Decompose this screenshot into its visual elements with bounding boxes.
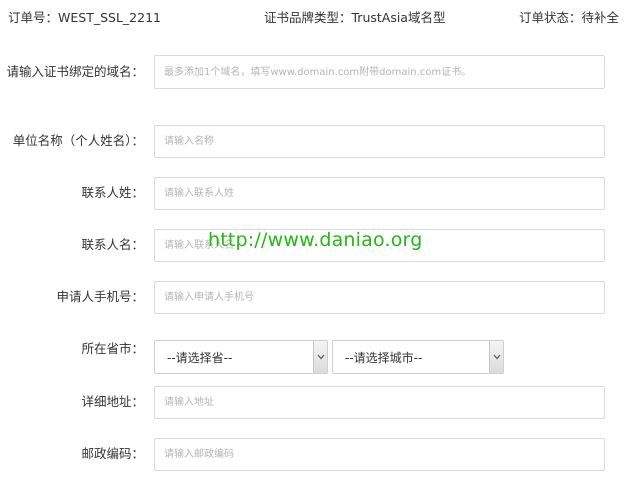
city-dropdown-arrow[interactable] — [489, 341, 503, 373]
mobile-label: 申请人手机号： — [56, 289, 144, 304]
domain-row: 请输入证书绑定的域名： — [0, 55, 625, 89]
address-input[interactable] — [154, 386, 605, 419]
given-name-label: 联系人名： — [81, 237, 144, 252]
postcode-input[interactable] — [154, 438, 605, 471]
mobile-input[interactable] — [154, 281, 605, 314]
province-select[interactable]: --请选择省-- — [154, 340, 328, 374]
order-number: 订单号：WEST_SSL_2211 — [8, 10, 161, 25]
postcode-row: 邮政编码： — [0, 438, 625, 471]
region-label: 所在省市： — [81, 341, 144, 356]
chevron-down-icon — [317, 354, 325, 360]
province-selected-value: --请选择省-- — [167, 351, 233, 365]
domain-label: 请输入证书绑定的域名： — [6, 64, 144, 79]
order-status: 订单状态：待补全 — [518, 10, 619, 25]
city-selected-value: --请选择城市-- — [345, 351, 423, 365]
company-row: 单位名称（个人姓名）： — [0, 125, 625, 158]
company-label: 单位名称（个人姓名）： — [12, 133, 144, 148]
city-select[interactable]: --请选择城市-- — [332, 340, 504, 374]
order-header: 订单号：WEST_SSL_2211 证书品牌类型：TrustAsia域名型 订单… — [0, 0, 625, 36]
ssl-order-form-page: 订单号：WEST_SSL_2211 证书品牌类型：TrustAsia域名型 订单… — [0, 0, 625, 480]
surname-label: 联系人姓： — [81, 185, 144, 200]
address-row: 详细地址： — [0, 386, 625, 419]
certificate-brand-type: 证书品牌类型：TrustAsia域名型 — [264, 10, 446, 25]
chevron-down-icon — [493, 354, 501, 360]
province-dropdown-arrow[interactable] — [313, 341, 327, 373]
address-label: 详细地址： — [81, 394, 144, 409]
surname-row: 联系人姓： — [0, 177, 625, 210]
domain-input[interactable] — [154, 55, 605, 89]
company-name-input[interactable] — [154, 125, 605, 158]
surname-input[interactable] — [154, 177, 605, 210]
postcode-label: 邮政编码： — [81, 446, 144, 461]
region-row: 所在省市： --请选择省-- --请选择城市-- — [0, 340, 625, 374]
site-watermark: http://www.daniao.org — [208, 229, 423, 251]
mobile-row: 申请人手机号： — [0, 281, 625, 314]
